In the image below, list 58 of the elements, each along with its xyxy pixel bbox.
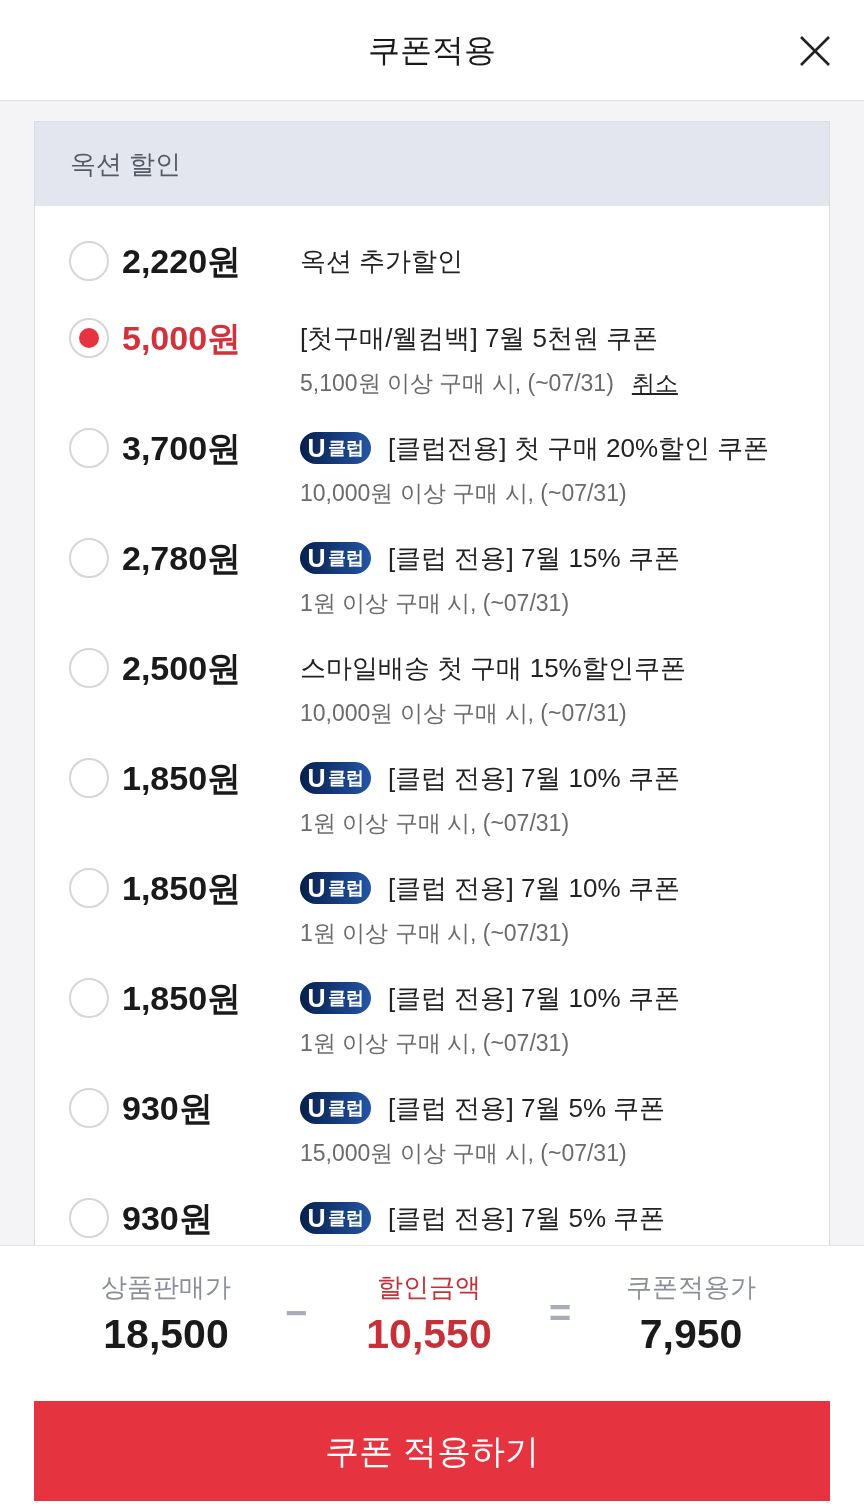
operator-sign: − [284,1295,308,1331]
cancel-link[interactable]: 취소 [631,368,678,398]
coupon-condition: 15,000원 이상 구매 시, (~07/31) [300,1139,627,1168]
club-badge: U 클럽 [300,1092,371,1124]
coupon-name: [클럽 전용] 7월 10% 쿠폰 [388,982,680,1014]
dialog-title: 쿠폰적용 [368,31,496,70]
radio-button[interactable] [69,978,109,1018]
coupon-condition: 10,000원 이상 구매 시, (~07/31) [300,699,627,728]
radio-button[interactable] [69,428,109,468]
radio-button[interactable] [69,648,109,688]
summary-value: 10,550 [366,1311,492,1357]
coupon-name: [클럽 전용] 7월 5% 쿠폰 [388,1092,666,1124]
coupon-name: [클럽 전용] 7월 5% 쿠폰 [388,1202,666,1234]
club-badge: U 클럽 [300,432,371,464]
club-badge: U 클럽 [300,872,371,904]
coupon-name: 스마일배송 첫 구매 15%할인쿠폰 [300,652,686,684]
club-badge: U 클럽 [300,762,371,794]
coupon-condition: 1원 이상 구매 시, (~07/31) [300,1029,570,1058]
coupon-name: [클럽 전용] 7월 15% 쿠폰 [388,542,680,574]
coupon-amount: 1,850원 [122,869,243,907]
operator-sign: = [548,1295,572,1331]
summary-value: 7,950 [639,1311,743,1357]
coupon-condition: 10,000원 이상 구매 시, (~07/31) [300,479,627,508]
summary-label: 상품판매가 [101,1271,231,1303]
coupon-amount: 1,850원 [122,979,243,1017]
club-badge: U 클럽 [300,982,371,1014]
radio-button[interactable] [69,241,109,281]
coupon-condition: 1원 이상 구매 시, (~07/31) [300,919,570,948]
coupon-amount: 5,000원 [122,319,243,357]
coupon-amount: 3,700원 [122,429,243,467]
radio-button[interactable] [69,1198,109,1238]
coupon-condition: 5,100원 이상 구매 시, (~07/31) [300,369,614,398]
summary-label: 할인금액 [377,1271,481,1303]
section-title: 옥션 할인 [70,147,182,181]
radio-button[interactable] [69,318,109,358]
radio-button[interactable] [69,758,109,798]
club-badge: U 클럽 [300,1202,371,1234]
summary-value: 18,500 [103,1311,229,1357]
coupon-amount: 2,500원 [122,649,243,687]
coupon-amount: 930원 [122,1199,214,1237]
coupon-name: [클럽전용] 첫 구매 20%할인 쿠폰 [388,432,770,464]
coupon-amount: 1,850원 [122,759,243,797]
coupon-name: [클럽 전용] 7월 10% 쿠폰 [388,872,680,904]
club-badge: U 클럽 [300,542,371,574]
summary-label: 쿠폰적용가 [626,1271,756,1303]
coupon-name: [첫구매/웰컴백] 7월 5천원 쿠폰 [300,322,659,354]
radio-button[interactable] [69,1088,109,1128]
coupon-name: [클럽 전용] 7월 10% 쿠폰 [388,762,680,794]
close-icon [800,36,830,66]
coupon-condition: 1원 이상 구매 시, (~07/31) [300,809,570,838]
coupon-amount: 930원 [122,1089,214,1127]
apply-coupon-button[interactable]: 쿠폰 적용하기 [34,1401,830,1501]
coupon-condition: 1원 이상 구매 시, (~07/31) [300,589,570,618]
coupon-amount: 2,220원 [122,242,243,280]
coupon-amount: 2,780원 [122,539,243,577]
radio-button[interactable] [69,538,109,578]
coupon-name: 옥션 추가할인 [300,245,464,277]
radio-button[interactable] [69,868,109,908]
